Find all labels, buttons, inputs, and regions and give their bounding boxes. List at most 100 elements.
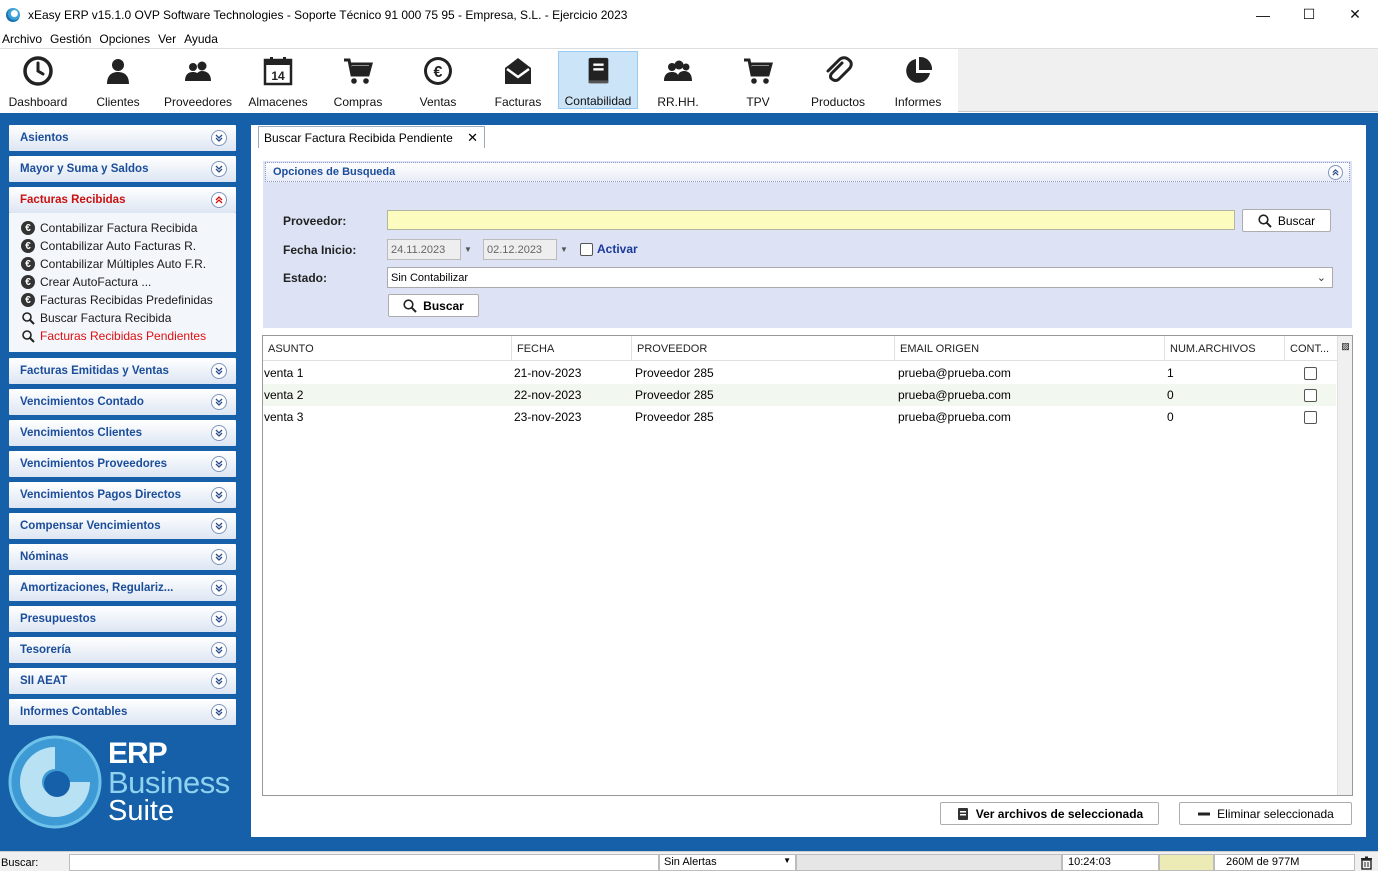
results-grid: ASUNTO FECHA PROVEEDOR EMAIL ORIGEN NUM.… bbox=[262, 335, 1353, 796]
status-memory: 260M de 977M bbox=[1214, 854, 1355, 871]
close-window-button[interactable]: ✕ bbox=[1332, 0, 1378, 29]
column-asunto[interactable]: ASUNTO bbox=[263, 336, 512, 361]
status-clock: 10:24:03 bbox=[1062, 854, 1159, 871]
sidebar-item-buscar-factura[interactable]: Buscar Factura Recibida bbox=[21, 309, 236, 327]
fecha-desde-input[interactable]: 24.11.2023 bbox=[387, 239, 461, 260]
menu-gestion[interactable]: Gestión bbox=[50, 32, 91, 46]
toolbar-clientes[interactable]: Clientes bbox=[78, 51, 158, 109]
contabilizar-checkbox[interactable] bbox=[1304, 389, 1317, 402]
fecha-hasta-dropdown-icon[interactable]: ▼ bbox=[557, 239, 571, 260]
close-tab-icon[interactable]: ✕ bbox=[467, 130, 478, 146]
fecha-desde-dropdown-icon[interactable]: ▼ bbox=[461, 239, 475, 260]
tab-buscar-factura-pendiente[interactable]: Buscar Factura Recibida Pendiente ✕ bbox=[258, 126, 485, 148]
sidebar-section-facturas-emitidas[interactable]: Facturas Emitidas y Ventas bbox=[9, 358, 236, 384]
chevron-down-icon[interactable] bbox=[211, 549, 227, 565]
menu-ayuda[interactable]: Ayuda bbox=[184, 32, 218, 46]
chevron-down-icon[interactable] bbox=[211, 642, 227, 658]
menu-ver[interactable]: Ver bbox=[158, 32, 176, 46]
column-contabilizada[interactable]: CONT... bbox=[1285, 336, 1338, 361]
sidebar-item-contabilizar-multiples[interactable]: € Contabilizar Múltiples Auto F.R. bbox=[21, 255, 236, 273]
contabilizar-checkbox[interactable] bbox=[1304, 411, 1317, 424]
sidebar-item-pendientes[interactable]: Facturas Recibidas Pendientes bbox=[21, 327, 236, 345]
sidebar-section-sii-aeat[interactable]: SII AEAT bbox=[9, 668, 236, 694]
sidebar-section-venc-pagos[interactable]: Vencimientos Pagos Directos bbox=[9, 482, 236, 508]
minimize-button[interactable]: — bbox=[1240, 0, 1286, 29]
grid-vertical-scrollbar[interactable]: ▨ bbox=[1337, 336, 1352, 795]
fecha-hasta-input[interactable]: 02.12.2023 bbox=[483, 239, 557, 260]
sidebar-section-venc-clientes[interactable]: Vencimientos Clientes bbox=[9, 420, 236, 446]
toolbar-compras[interactable]: Compras bbox=[318, 51, 398, 109]
column-fecha[interactable]: FECHA bbox=[512, 336, 632, 361]
status-search-input[interactable] bbox=[69, 854, 659, 871]
sidebar-section-informes-contables[interactable]: Informes Contables bbox=[9, 699, 236, 725]
search-options-header[interactable]: Opciones de Busqueda bbox=[265, 162, 1350, 182]
chevron-down-icon[interactable] bbox=[211, 130, 227, 146]
sidebar-section-amortizaciones[interactable]: Amortizaciones, Regulariz... bbox=[9, 575, 236, 601]
chevron-down-icon[interactable] bbox=[211, 518, 227, 534]
contabilizar-checkbox[interactable] bbox=[1304, 367, 1317, 380]
menu-archivo[interactable]: Archivo bbox=[2, 32, 42, 46]
column-num-archivos[interactable]: NUM.ARCHIVOS bbox=[1165, 336, 1285, 361]
buscar-button[interactable]: Buscar bbox=[388, 294, 479, 317]
trash-icon[interactable] bbox=[1360, 854, 1373, 871]
toolbar-facturas[interactable]: Facturas bbox=[478, 51, 558, 109]
column-email-origen[interactable]: EMAIL ORIGEN bbox=[895, 336, 1165, 361]
toolbar-informes[interactable]: Informes bbox=[878, 51, 958, 109]
chevron-down-icon[interactable] bbox=[211, 704, 227, 720]
toolbar-dashboard[interactable]: Dashboard bbox=[0, 51, 78, 109]
ver-archivos-button[interactable]: Ver archivos de seleccionada bbox=[940, 802, 1159, 825]
chevron-down-icon[interactable] bbox=[211, 487, 227, 503]
toolbar-proveedores[interactable]: Proveedores bbox=[158, 51, 238, 109]
app-logo-icon bbox=[6, 7, 20, 22]
sidebar-section-asientos[interactable]: Asientos bbox=[9, 125, 236, 151]
people-icon bbox=[185, 61, 211, 81]
estado-select[interactable]: Sin Contabilizar ⌄ bbox=[387, 267, 1333, 288]
buscar-proveedor-button[interactable]: Buscar bbox=[1242, 209, 1331, 232]
minus-icon bbox=[1198, 812, 1211, 815]
sidebar-section-tesoreria[interactable]: Tesorería bbox=[9, 637, 236, 663]
table-row[interactable]: venta 1 21-nov-2023 Proveedor 285 prueba… bbox=[263, 362, 1336, 384]
menu-opciones[interactable]: Opciones bbox=[99, 32, 150, 46]
activar-checkbox[interactable] bbox=[580, 243, 593, 256]
chevron-down-icon[interactable] bbox=[211, 394, 227, 410]
maximize-button[interactable]: ☐ bbox=[1286, 0, 1332, 29]
sidebar-section-venc-proveedores[interactable]: Vencimientos Proveedores bbox=[9, 451, 236, 477]
toolbar-almacenes[interactable]: 14 Almacenes bbox=[238, 51, 318, 109]
chevron-down-icon[interactable] bbox=[211, 580, 227, 596]
eliminar-seleccionada-button[interactable]: Eliminar seleccionada bbox=[1179, 802, 1352, 825]
chevron-down-icon[interactable] bbox=[211, 673, 227, 689]
status-buscar-label: Buscar: bbox=[1, 856, 39, 869]
sidebar-section-venc-contado[interactable]: Vencimientos Contado bbox=[9, 389, 236, 415]
toolbar-rrhh[interactable]: RR.HH. bbox=[638, 51, 718, 109]
euro-icon: € bbox=[21, 275, 35, 289]
sidebar-item-crear-autofactura[interactable]: € Crear AutoFactura ... bbox=[21, 273, 236, 291]
chevron-up-icon[interactable] bbox=[1328, 165, 1343, 180]
chevron-down-icon[interactable] bbox=[211, 363, 227, 379]
sidebar-section-presupuestos[interactable]: Presupuestos bbox=[9, 606, 236, 632]
toolbar-productos[interactable]: Productos bbox=[798, 51, 878, 109]
chevron-up-icon[interactable] bbox=[211, 192, 227, 208]
sidebar-item-predefinidas[interactable]: € Facturas Recibidas Predefinidas bbox=[21, 291, 236, 309]
sidebar-section-mayor[interactable]: Mayor y Suma y Saldos bbox=[9, 156, 236, 182]
chevron-down-icon[interactable] bbox=[211, 161, 227, 177]
cart-icon bbox=[344, 58, 373, 84]
chevron-down-icon: ⌄ bbox=[1316, 272, 1326, 284]
chevron-down-icon[interactable] bbox=[211, 611, 227, 627]
proveedor-input[interactable] bbox=[387, 210, 1235, 230]
alertas-select[interactable]: Sin Alertas ▼ bbox=[659, 854, 796, 871]
sidebar-section-facturas-recibidas[interactable]: Facturas Recibidas bbox=[9, 187, 236, 213]
sidebar-item-contabilizar-factura[interactable]: € Contabilizar Factura Recibida bbox=[21, 219, 236, 237]
euro-icon: € bbox=[21, 293, 35, 307]
table-row[interactable]: venta 2 22-nov-2023 Proveedor 285 prueba… bbox=[263, 384, 1336, 406]
chevron-down-icon[interactable] bbox=[211, 456, 227, 472]
column-chooser-icon[interactable]: ▨ bbox=[1340, 341, 1351, 353]
toolbar-ventas[interactable]: € Ventas bbox=[398, 51, 478, 109]
sidebar-section-compensar[interactable]: Compensar Vencimientos bbox=[9, 513, 236, 539]
toolbar-contabilidad[interactable]: Contabilidad bbox=[558, 51, 638, 109]
column-proveedor[interactable]: PROVEEDOR bbox=[632, 336, 895, 361]
table-row[interactable]: venta 3 23-nov-2023 Proveedor 285 prueba… bbox=[263, 406, 1336, 428]
sidebar-item-contabilizar-auto[interactable]: € Contabilizar Auto Facturas R. bbox=[21, 237, 236, 255]
sidebar-section-nominas[interactable]: Nóminas bbox=[9, 544, 236, 570]
chevron-down-icon[interactable] bbox=[211, 425, 227, 441]
toolbar-tpv[interactable]: TPV bbox=[718, 51, 798, 109]
